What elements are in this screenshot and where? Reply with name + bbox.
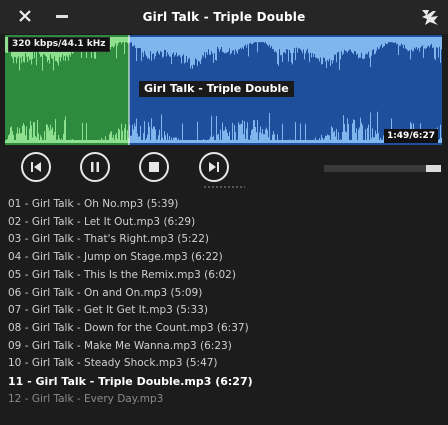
playlist-item[interactable]: 05 - Girl Talk - This Is the Remix.mp3 (… (4, 267, 445, 284)
pause-button[interactable] (80, 152, 110, 182)
playlist[interactable]: 01 - Girl Talk - Oh No.mp3 (5:39) 02 - Gi… (4, 196, 445, 425)
skip-forward-icon (209, 162, 219, 172)
playlist-item[interactable]: 03 - Girl Talk - That's Right.mp3 (5:22) (4, 231, 445, 248)
playlist-item[interactable]: 09 - Girl Talk - Make Me Wanna.mp3 (6:23… (4, 338, 445, 355)
resize-grip[interactable] (203, 186, 245, 188)
volume-slider[interactable] (324, 165, 441, 172)
previous-button[interactable] (21, 152, 51, 182)
playlist-item[interactable]: 08 - Girl Talk - Down for the Count.mp3 … (4, 320, 445, 337)
skip-back-icon (31, 162, 41, 172)
title-bar: Girl Talk - Triple Double (0, 0, 448, 34)
playlist-item[interactable]: 01 - Girl Talk - Oh No.mp3 (5:39) (4, 196, 445, 213)
stop-button[interactable] (139, 152, 169, 182)
pause-icon (91, 162, 99, 172)
playlist-item[interactable]: 10 - Girl Talk - Steady Shock.mp3 (5:47) (4, 355, 445, 372)
waveform-seekbar[interactable]: 320 kbps/44.1 kHz Girl Talk - Triple Dou… (5, 35, 442, 145)
time-label: 1:49/6:27 (383, 129, 438, 143)
now-playing-label: Girl Talk - Triple Double (139, 81, 294, 97)
next-button[interactable] (199, 152, 229, 182)
playlist-item[interactable]: 12 - Girl Talk - Every Day.mp3 (4, 391, 445, 408)
playlist-item-current[interactable]: 11 - Girl Talk - Triple Double.mp3 (6:27… (4, 373, 445, 390)
playlist-item[interactable]: 07 - Girl Talk - Get It Get It.mp3 (5:33… (4, 302, 445, 319)
window-title: Girl Talk - Triple Double (142, 10, 306, 24)
stop-icon (149, 162, 159, 172)
playlist-item[interactable]: 06 - Girl Talk - On and On.mp3 (5:09) (4, 285, 445, 302)
volume-level (425, 165, 441, 172)
playlist-item[interactable]: 02 - Girl Talk - Let It Out.mp3 (6:29) (4, 214, 445, 231)
bitrate-label: 320 kbps/44.1 kHz (8, 37, 110, 52)
app-logo-icon (422, 10, 438, 25)
playlist-item[interactable]: 04 - Girl Talk - Jump on Stage.mp3 (6:22… (4, 249, 445, 266)
